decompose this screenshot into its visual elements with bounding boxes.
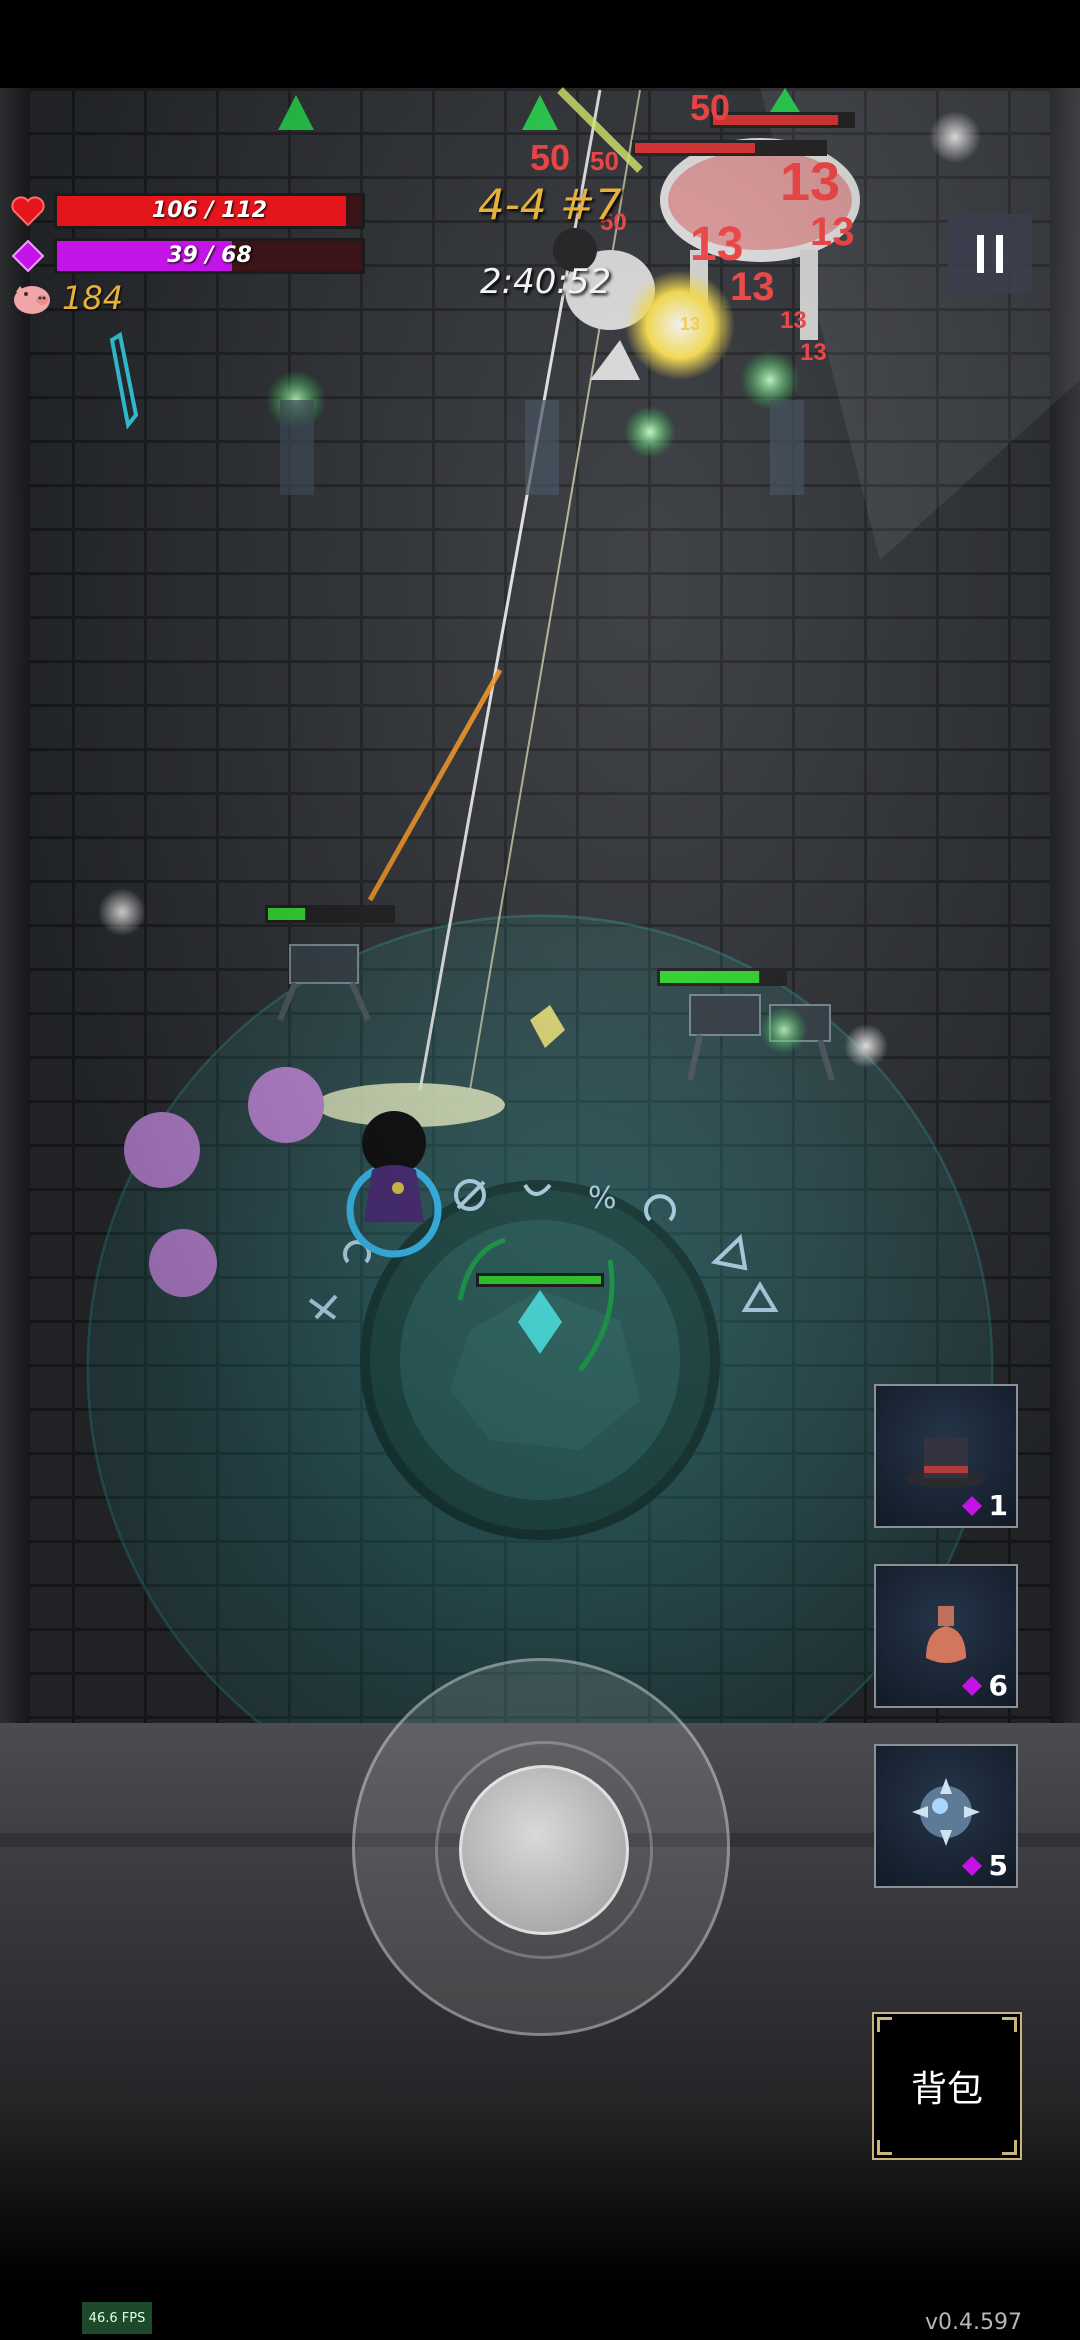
stage-label: 4-4 #7 (478, 180, 622, 229)
skill-cost-value: 1 (988, 1489, 1008, 1522)
offscreen-marker-icon (522, 95, 558, 130)
mana-gem-icon (11, 239, 45, 273)
mana-gem-icon (961, 1675, 982, 1696)
version-label: v0.4.597 (925, 2310, 1022, 2335)
damage-number: 13 (800, 339, 827, 366)
purple-slime (248, 1067, 324, 1143)
gold-count: 184 (62, 279, 124, 317)
damage-number: 50 (590, 146, 619, 176)
skill-cost: 6 (961, 1669, 1008, 1702)
damage-number: 50 (690, 87, 730, 128)
fps-counter: 46.6 FPS (82, 2302, 152, 2334)
fire-bolt (367, 668, 503, 902)
purple-slime (124, 1112, 200, 1188)
damage-number: 13 (810, 210, 855, 254)
purple-slime (149, 1229, 217, 1297)
well-health-bar (479, 1276, 601, 1284)
heart-icon (11, 196, 45, 227)
skill-cost: 1 (961, 1489, 1008, 1522)
hp-row: 106 / 112 (10, 193, 365, 229)
pause-button[interactable] (948, 214, 1032, 294)
damage-number: 13 (730, 265, 775, 309)
backpack-label: 背包 (910, 2069, 983, 2110)
skill-slot-top-hat[interactable]: 1 (874, 1384, 1018, 1528)
damage-number: 13 (680, 314, 700, 334)
enemy-health-bar (268, 908, 306, 920)
enemy-health-bar (660, 971, 760, 983)
offscreen-marker-icon (278, 95, 314, 130)
skill-cost: 5 (961, 1849, 1008, 1882)
virtual-joystick[interactable] (352, 1658, 730, 2036)
mp-row: 39 / 68 (10, 238, 365, 274)
piggy-bank-icon (14, 286, 50, 314)
mana-bar: 39 / 68 (54, 238, 365, 274)
damage-number: 13 (780, 307, 807, 334)
skill-cost-value: 5 (988, 1849, 1008, 1882)
damage-number: 13 (690, 218, 743, 271)
damage-number: 50 (530, 137, 570, 178)
gold-row: 184 (10, 278, 123, 318)
game-screen: % 50 50 50 50 13 13 13 13 13 13 13 106 /… (0, 0, 1080, 2340)
health-text: 106 / 112 (151, 198, 268, 223)
skill-slot-orb[interactable]: 5 (874, 1744, 1018, 1888)
skill-slot-potion[interactable]: 6 (874, 1564, 1018, 1708)
boss-health-bar (635, 143, 755, 153)
skill-cost-value: 6 (988, 1669, 1008, 1702)
backpack-button[interactable]: 背包 (872, 2012, 1022, 2160)
mana-gem-icon (961, 1855, 982, 1876)
mana-text: 39 / 68 (167, 243, 252, 268)
health-bar: 106 / 112 (54, 193, 365, 229)
svg-text:%: % (588, 1181, 617, 1216)
sword-pickup-icon (109, 331, 139, 430)
joystick-knob[interactable] (459, 1765, 629, 1935)
stone-well (360, 1180, 720, 1540)
mana-gem-icon (961, 1495, 982, 1516)
boss-health-bar (713, 115, 839, 125)
run-timer: 2:40:52 (480, 262, 612, 302)
damage-number: 13 (780, 152, 840, 212)
